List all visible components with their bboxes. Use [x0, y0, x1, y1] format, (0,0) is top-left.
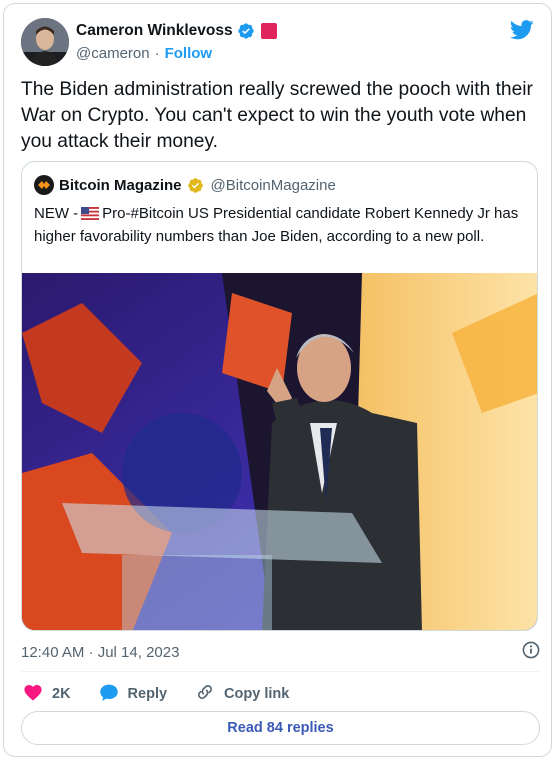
reply-button[interactable]: Reply: [99, 683, 168, 706]
separator-dot: ·: [154, 45, 160, 62]
follow-button[interactable]: Follow: [165, 45, 213, 62]
quoted-text: NEW - Pro-#Bitcoin US Presidential candid…: [34, 203, 524, 247]
copy-link-button[interactable]: Copy link: [195, 682, 289, 706]
reply-label: Reply: [127, 686, 168, 702]
action-bar: 2K Reply Copy link: [23, 682, 317, 706]
quoted-tweet[interactable]: Bitcoin Magazine @BitcoinMagazine NEW -P…: [21, 161, 538, 631]
affiliation-badge-icon: [260, 23, 277, 39]
quoted-photo[interactable]: [22, 273, 537, 630]
quoted-author-handle[interactable]: @BitcoinMagazine: [211, 177, 336, 194]
author-avatar[interactable]: [21, 18, 69, 66]
tweet-timestamp[interactable]: 12:40 AM · Jul 14, 2023: [21, 644, 179, 661]
divider: [21, 671, 540, 672]
twitter-bird-icon[interactable]: [509, 20, 534, 45]
like-button[interactable]: 2K: [23, 683, 71, 705]
tweet-text: The Biden administration really screwed …: [21, 79, 533, 152]
gold-verified-badge-icon: [187, 177, 204, 194]
copy-link-label: Copy link: [224, 686, 290, 702]
heart-icon: [23, 683, 43, 705]
author-name[interactable]: Cameron Winklevoss: [76, 22, 233, 40]
quoted-text-prefix: NEW -: [34, 205, 79, 222]
read-replies-button[interactable]: Read 84 replies: [21, 711, 540, 745]
quoted-text-body: Pro-#Bitcoin US Presidential candidate R…: [34, 205, 519, 245]
reply-bubble-icon: [99, 683, 119, 706]
verified-badge-icon: [237, 22, 255, 40]
info-icon[interactable]: [522, 641, 540, 664]
author-handle[interactable]: @cameron: [76, 45, 150, 62]
quoted-author-name[interactable]: Bitcoin Magazine: [59, 177, 182, 194]
quoted-avatar[interactable]: [34, 175, 54, 195]
link-icon: [195, 682, 215, 706]
tweet-card: Cameron Winklevoss @cameron · Follow The…: [3, 3, 552, 757]
us-flag-icon: [81, 205, 100, 226]
like-count: 2K: [52, 686, 71, 702]
